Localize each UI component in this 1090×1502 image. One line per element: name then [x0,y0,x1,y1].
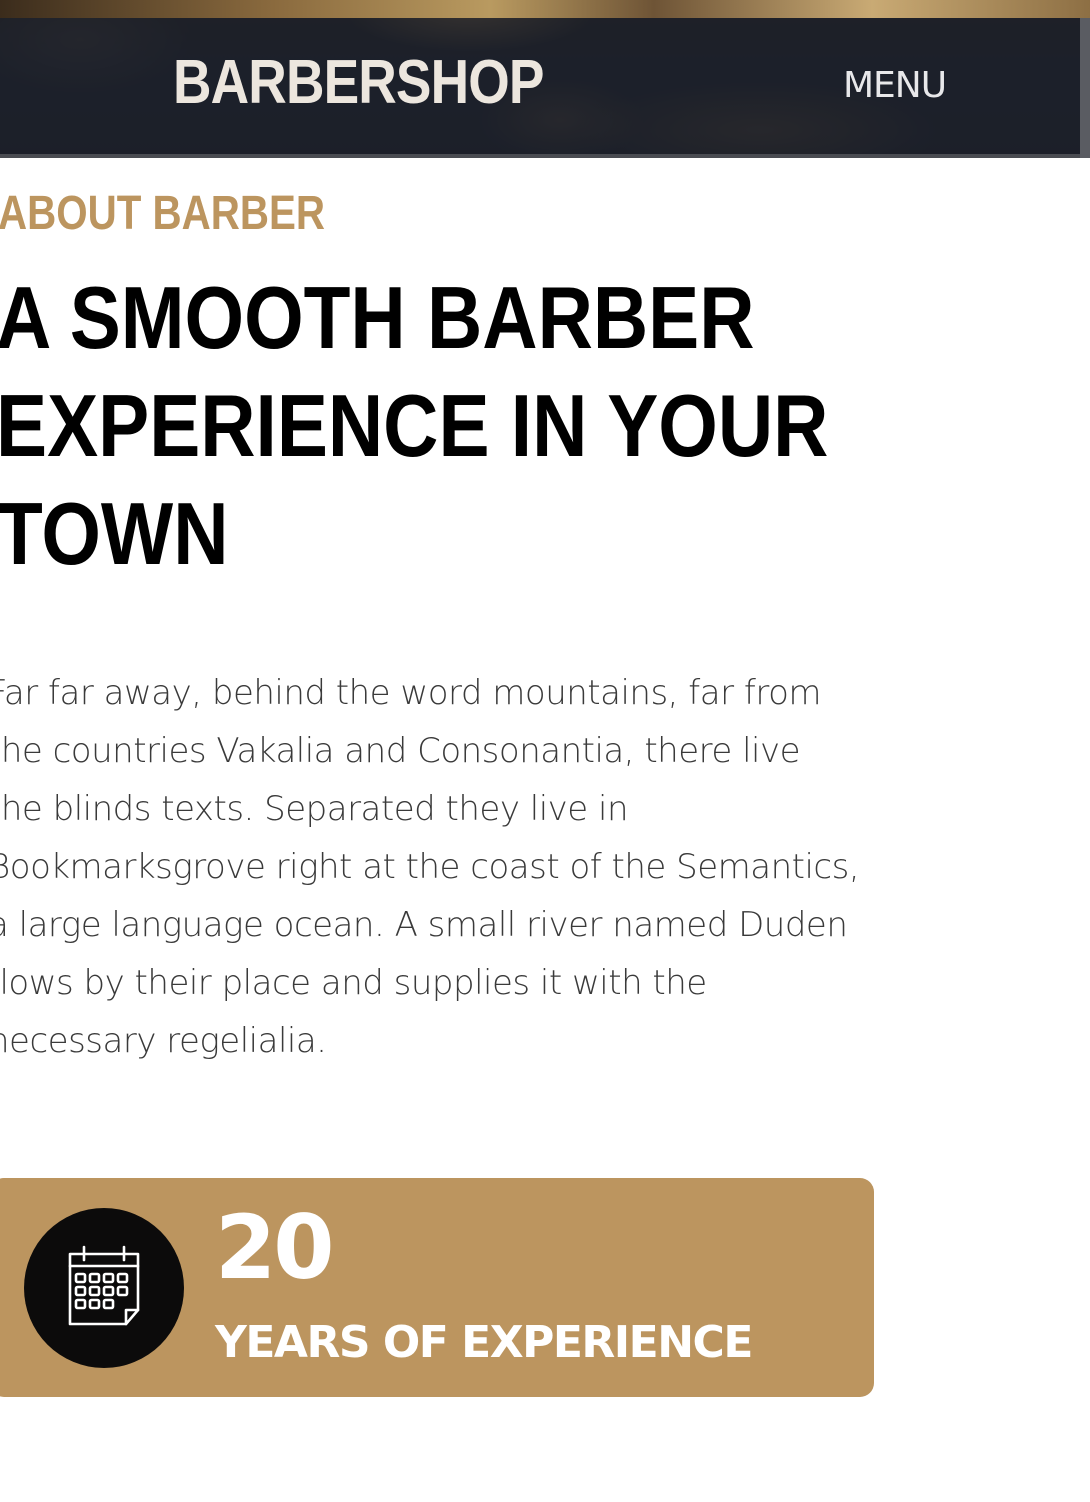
headline-line: EXPERIENCE IN YOUR [0,376,829,475]
header-divider [0,154,1090,158]
about-paragraph: Far far away, behind the word mountains,… [0,664,978,1070]
paragraph-line: necessary regelialia. [0,1021,327,1061]
stat-number: 20 [215,1196,334,1299]
header-edge [1080,18,1090,158]
stat-label: YEARS OF EXPERIENCE [215,1317,753,1368]
brand-logo[interactable]: BARBERSHOP [173,48,544,118]
site-header: BARBERSHOP MENU [0,0,1090,158]
section-eyebrow: ABOUT BARBER [0,187,326,240]
paragraph-line: flows by their place and supplies it wit… [0,963,707,1003]
headline-line: TOWN [0,484,229,583]
paragraph-line: the countries Vakalia and Consonantia, t… [0,731,801,771]
calendar-icon [68,1245,140,1326]
headline-line: A SMOOTH BARBER [0,268,755,367]
section-headline: A SMOOTH BARBER EXPERIENCE IN YOUR TOWN [0,264,866,588]
paragraph-line: a large language ocean. A small river na… [0,905,848,945]
hero-image-strip [0,0,1090,18]
calendar-icon-circle [24,1208,184,1368]
paragraph-line: Bookmarksgrove right at the coast of the… [0,847,860,887]
paragraph-line: the blinds texts. Separated they live in [0,789,629,829]
menu-button[interactable]: MENU [843,64,947,108]
experience-stat-card: 20 YEARS OF EXPERIENCE [0,1178,874,1397]
page: BARBERSHOP MENU ABOUT BARBER A SMOOTH BA… [0,0,1090,1502]
paragraph-line: Far far away, behind the word mountains,… [0,673,822,713]
